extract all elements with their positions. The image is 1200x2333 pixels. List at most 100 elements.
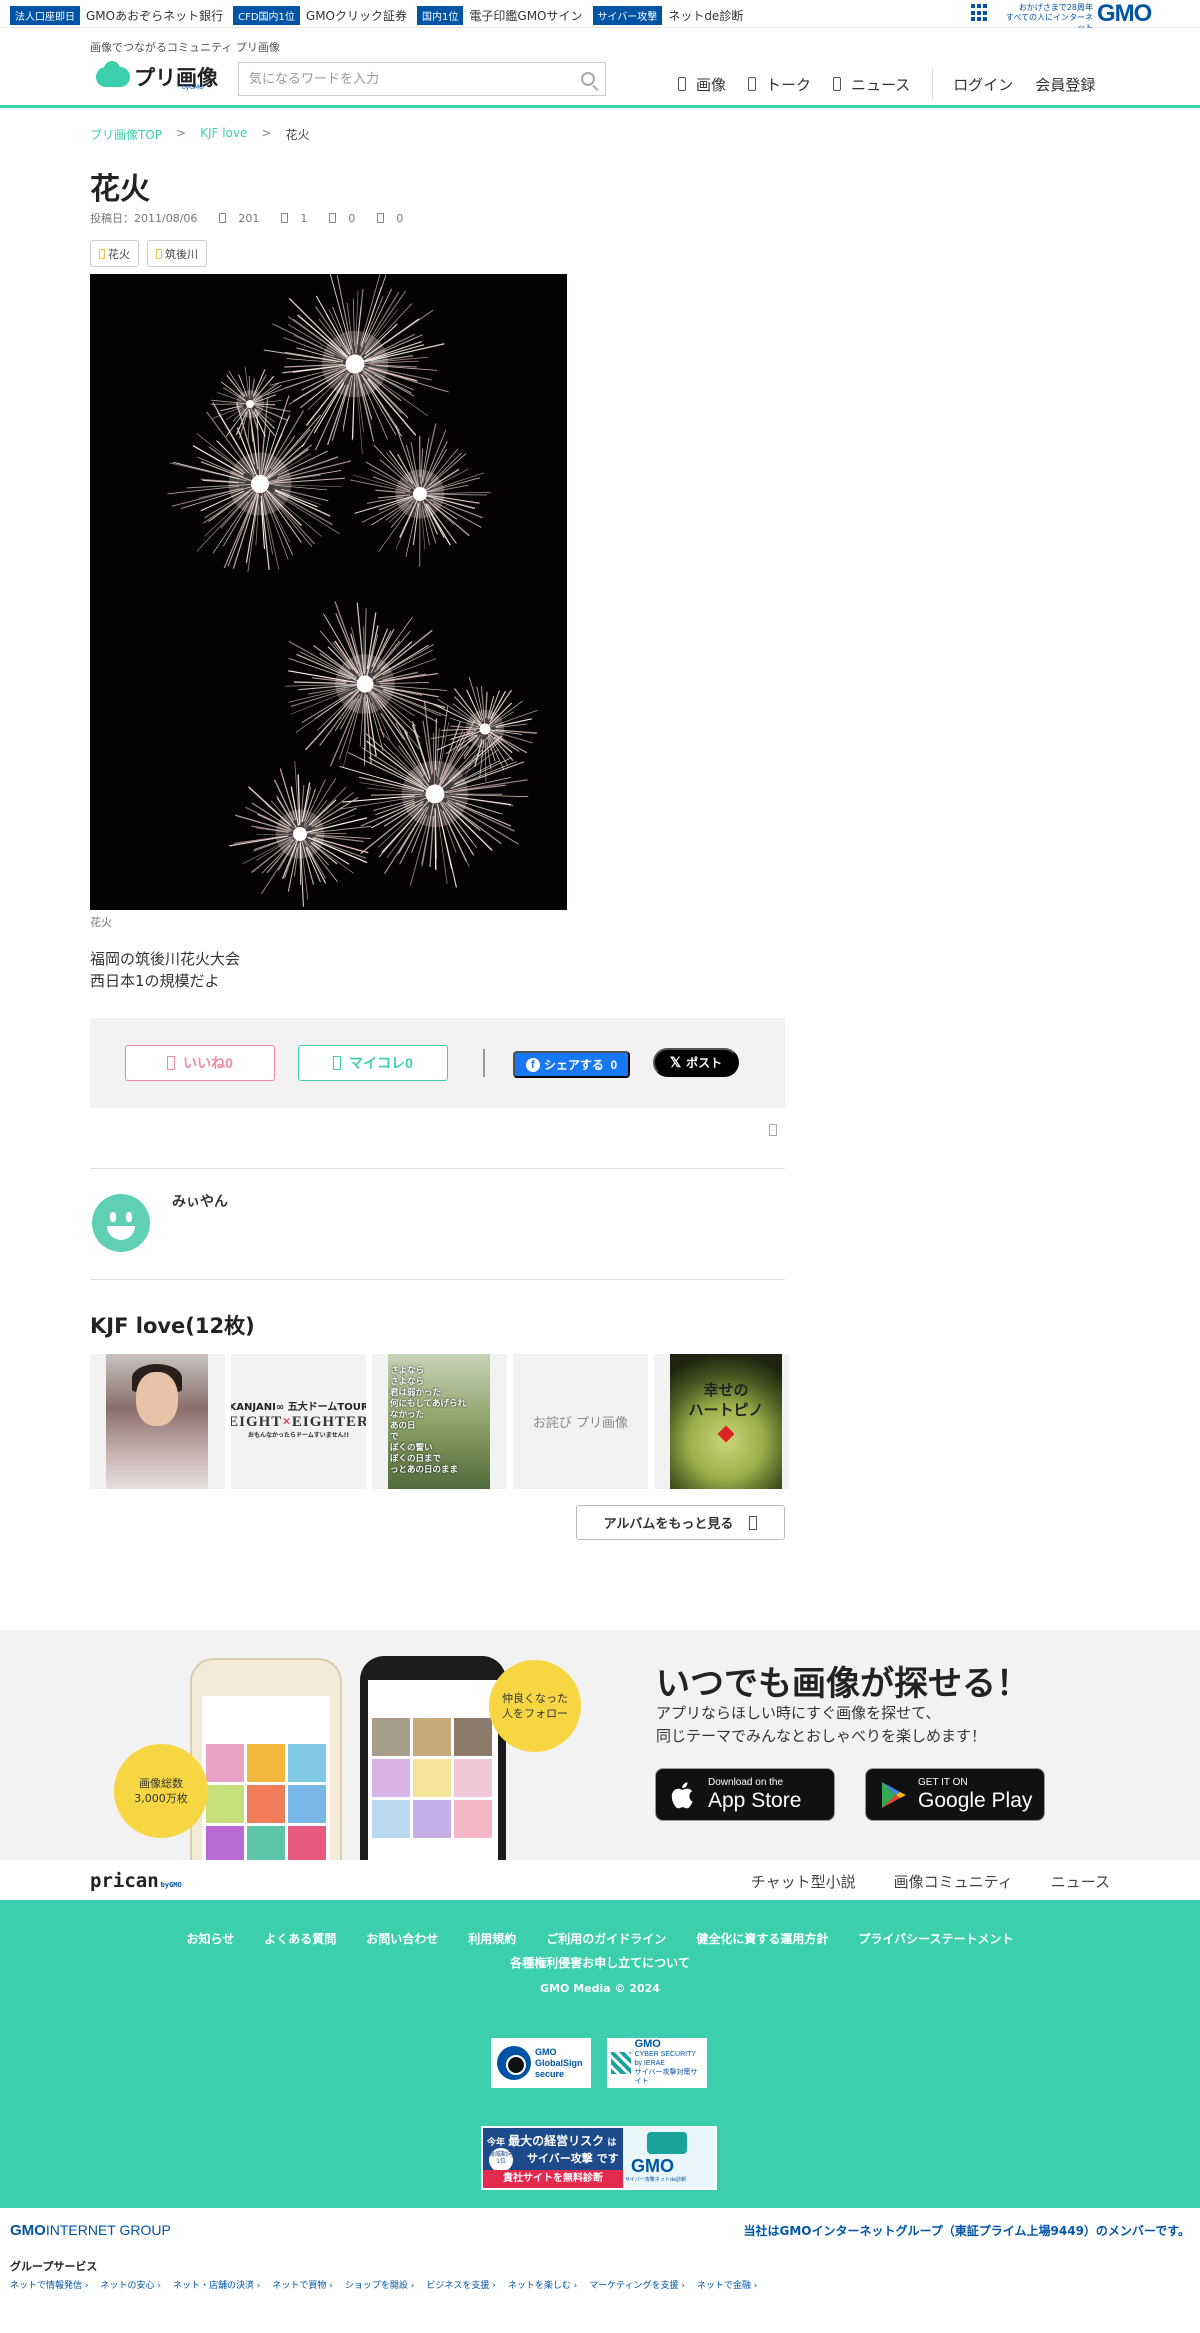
app-promo: 画像総数 3,000万枚 仲良くなった 人をフォロー いつでも画像が探せる！ アプリ… <box>0 1630 1200 1860</box>
mycolle-button[interactable]: マイコレ 0 <box>298 1045 448 1081</box>
avatar[interactable] <box>92 1194 150 1252</box>
facebook-icon: f <box>525 1057 540 1072</box>
footer-link-policy[interactable]: 健全化に資する運用方針 <box>696 1930 828 1947</box>
group-service-link[interactable]: ネットで情報発信 › <box>10 2278 88 2291</box>
prican-link-community[interactable]: 画像コミュニティ <box>894 1871 1013 1892</box>
search-icon[interactable] <box>581 72 595 86</box>
gmo-bar-item-sign[interactable]: 国内1位 電子印鑑GMOサイン <box>417 6 583 25</box>
prican-link-news[interactable]: ニュース <box>1051 1871 1110 1892</box>
nav-talk[interactable]: トーク <box>748 74 811 95</box>
like-button[interactable]: いいね 0 <box>125 1045 275 1081</box>
collect-icon <box>333 1056 342 1070</box>
thumb-image: 幸せの ハートピノ <box>670 1354 782 1489</box>
app-store-button[interactable]: Download on the App Store <box>655 1768 835 1821</box>
gmo-bar-item-security[interactable]: サイバー攻撃 ネットde診断 <box>592 6 743 25</box>
cyber-security-seal[interactable]: GMO CYBER SECURITY by IERAE サイバー攻撃対策サイト <box>607 2038 707 2088</box>
promo-sub-line: 同じテーマでみんなとおしゃべりを楽しめます！ <box>656 1727 987 1745</box>
tag-label: 花火 <box>108 247 130 261</box>
group-service-link[interactable]: ネットを楽しむ › <box>508 2278 577 2291</box>
prican-logo[interactable]: prican byGMO <box>90 1870 182 1892</box>
group-service-link[interactable]: ビジネスを支援 › <box>426 2278 495 2291</box>
gmo-logo[interactable]: GMO <box>1097 0 1152 28</box>
main-image[interactable] <box>90 274 567 910</box>
footer-link-rights[interactable]: 各種権利侵害お申し立てについて <box>0 1954 1200 1971</box>
footer-link-privacy[interactable]: プライバシーステートメント <box>858 1930 1013 1947</box>
group-service-link[interactable]: ネット・店舗の決済 › <box>173 2278 260 2291</box>
footer-link-faq[interactable]: よくある質問 <box>264 1930 336 1947</box>
gmo-bar-item-click[interactable]: CFD国内1位 GMOクリック証券 <box>233 6 407 25</box>
signup-link[interactable]: 会員登録 <box>1035 74 1095 95</box>
google-play-button[interactable]: GET IT ON Google Play <box>865 1768 1045 1821</box>
album-thumb[interactable] <box>90 1354 225 1489</box>
firework-spark <box>288 640 357 680</box>
breadcrumb-current: 花火 <box>285 128 310 142</box>
post-meta: 投稿日：2011/08/06 201 1 0 0 <box>90 210 403 226</box>
footer-link-contact[interactable]: お問い合わせ <box>366 1930 438 1947</box>
poem-line: っとあの日のまま <box>390 1465 459 1475</box>
footer-link-news[interactable]: お知らせ <box>186 1930 234 1947</box>
cyber-diagnosis-banner[interactable]: 今年 最大の経営リスク は 脅威動向 1位 サイバー攻撃 です 貴社サイトを無料診… <box>481 2126 717 2190</box>
tag-hanabi[interactable]: 花火 <box>90 240 139 267</box>
promo-bubble-follow: 仲良くなった 人をフォロー <box>489 1660 581 1752</box>
firework-spark <box>271 498 313 547</box>
iphone-mockup <box>190 1658 342 1860</box>
report-flag-icon[interactable] <box>769 1124 777 1136</box>
breadcrumb-separator: > <box>261 126 272 140</box>
seal-line: CYBER SECURITY <box>634 2051 697 2058</box>
prican-logo-text: prican <box>90 1870 159 1892</box>
breadcrumb-album[interactable]: KJF love <box>200 126 247 143</box>
firework-spark <box>386 808 425 859</box>
search-input[interactable] <box>239 63 605 95</box>
login-link[interactable]: ログイン <box>953 74 1013 95</box>
heart-icon <box>167 1056 176 1070</box>
album-thumb[interactable]: さよなら さよなら 君は弱かった 何にもしてあげられ なかった あの日 で ぼく… <box>372 1354 507 1489</box>
album-more-button[interactable]: アルバムをもっと見る <box>576 1505 785 1540</box>
like-label: いいね <box>183 1055 226 1071</box>
gmo-bar-badge: 国内1位 <box>417 6 464 25</box>
heart-icon <box>717 1425 735 1443</box>
poem-line: さよなら <box>390 1366 425 1376</box>
nav-news[interactable]: ニュース <box>833 74 910 95</box>
service-grid-icon[interactable] <box>971 4 989 22</box>
poem-line: 君は弱かった <box>390 1388 442 1398</box>
prican-link-novel[interactable]: チャット型小説 <box>751 1871 856 1892</box>
site-footer: お知らせ よくある質問 お問い合わせ 利用規約 ご利用のガイドライン 健全化に資… <box>0 1900 1200 2208</box>
gmo-group-logo[interactable]: GMOINTERNET GROUP <box>10 2222 171 2239</box>
comment-icon <box>377 213 385 223</box>
thumb-logo: KANJANI∞ 五大ドームTOUR EIGHT×EIGHTER おもんなかった… <box>231 1401 366 1443</box>
android-mockup <box>360 1656 506 1860</box>
search-box <box>238 62 606 96</box>
app-store-small: Download on the <box>708 1776 784 1788</box>
group-service-link[interactable]: ネットの安心 › <box>100 2278 160 2291</box>
main-nav: 画像 トーク ニュース ログイン 会員登録 <box>678 68 1117 100</box>
album-thumb[interactable]: KANJANI∞ 五大ドームTOUR EIGHT×EIGHTER おもんなかった… <box>231 1354 366 1489</box>
album-thumb[interactable]: 幸せの ハートピノ <box>654 1354 789 1489</box>
group-service-link[interactable]: マーケティングを支援 › <box>589 2278 685 2291</box>
site-tagline: 画像でつながるコミュニティ プリ画像 <box>90 41 280 54</box>
album-thumb[interactable]: お詫び プリ画像 <box>513 1354 648 1489</box>
username[interactable]: みぃやん <box>172 1191 228 1211</box>
breadcrumb: プリ画像TOP > KJF love > 花火 <box>90 126 309 143</box>
group-service-link[interactable]: ネットで買物 › <box>272 2278 332 2291</box>
footer-link-guidelines[interactable]: ご利用のガイドライン <box>546 1930 666 1947</box>
tag-chikugogawa[interactable]: 筑後川 <box>147 240 207 267</box>
globalsign-seal[interactable]: GMO GlobalSign secure <box>491 2038 591 2088</box>
bubble-line: 3,000万枚 <box>134 1792 188 1805</box>
x-post-button[interactable]: 𝕏 ポスト <box>653 1048 739 1077</box>
facebook-share-button[interactable]: f シェアする 0 <box>513 1051 630 1078</box>
group-service-link[interactable]: ネットで金融 › <box>697 2278 757 2291</box>
nav-label: ニュース <box>851 75 911 94</box>
mycolle-count: 0 <box>405 1055 413 1071</box>
image-icon <box>678 77 686 91</box>
group-service-link[interactable]: ショップを開設 › <box>345 2278 414 2291</box>
breadcrumb-top[interactable]: プリ画像TOP <box>90 126 162 143</box>
nav-images[interactable]: 画像 <box>678 74 726 95</box>
poem-line: さよなら <box>390 1377 425 1387</box>
google-play-text: GET IT ON Google Play <box>918 1777 1032 1813</box>
site-logo[interactable]: プリ画像 byGMO <box>96 61 218 92</box>
footer-link-terms[interactable]: 利用規約 <box>468 1930 516 1947</box>
site-logo-text: プリ画像 <box>134 66 218 90</box>
gmo-bar-item-bank[interactable]: 法人口座即日 GMOあおぞらネット銀行 <box>10 6 223 25</box>
thumb5-line: 幸せの <box>703 1381 749 1399</box>
banner-line3: 貴社サイトを無料診断 <box>483 2170 623 2188</box>
